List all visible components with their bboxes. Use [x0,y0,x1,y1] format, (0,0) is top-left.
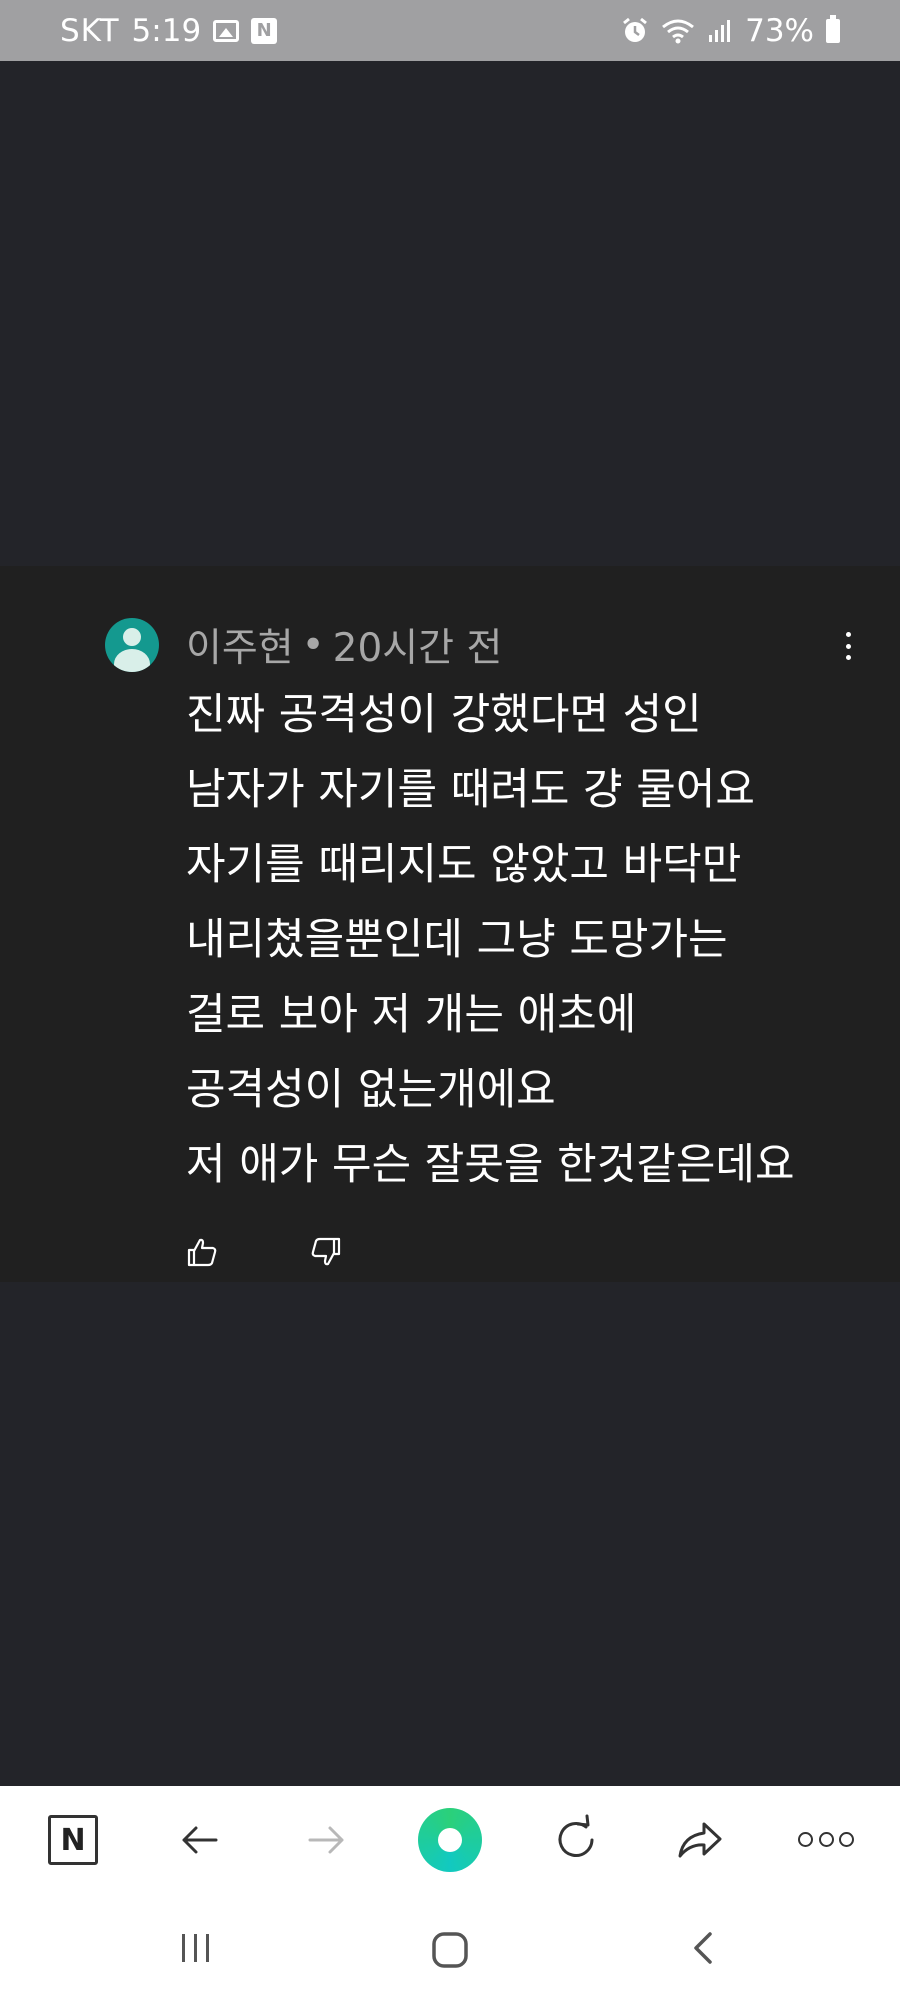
comment-line: 내리쳤을뿐인데 그냥 도망가는 [186,915,728,965]
back-arrow-icon[interactable] [172,1812,228,1868]
forward-arrow-icon[interactable] [298,1812,354,1868]
refresh-icon[interactable] [548,1812,604,1868]
avatar-body [114,649,150,672]
more-dot [845,655,851,660]
status-right: 73% [621,13,840,49]
thumbs-up-icon[interactable] [186,1236,218,1268]
meta-separator: • [301,622,325,668]
browser-page: SKT 5:19 N 73% 이주현 • 20시간 전 진짜 공격성이 강했다면… [0,0,900,2000]
clock: 5:19 [131,12,202,49]
comment-time: 20시간 전 [332,626,503,671]
home-icon[interactable] [428,1928,472,1972]
thumbs-down-icon[interactable] [310,1236,342,1268]
comment-meta: 이주현 • 20시간 전 [186,617,503,673]
comment-text: 진짜 공격성이 강했다면 성인 남자가 자기를 때려도 걍 물어요 자기를 때리… [186,678,866,1203]
avatar[interactable] [105,618,159,672]
comment-line: 진짜 공격성이 강했다면 성인 [186,690,702,740]
gallery-icon [213,19,240,42]
comment-line: 저 애가 무슨 잘못을 한것같은데요 [186,1140,795,1190]
avatar-head [123,628,141,646]
status-left: SKT 5:19 N [60,12,278,49]
more-dot [845,632,851,637]
menu-dot [818,1832,834,1847]
wifi-icon [662,19,695,43]
naver-home-button[interactable]: N [48,1815,98,1865]
comment-line: 남자가 자기를 때려도 걍 물어요 [186,765,755,815]
comment-line: 공격성이 없는개에요 [186,1065,556,1115]
comment-line: 걸로 보아 저 개는 애초에 [186,990,637,1040]
menu-dot [839,1832,854,1847]
comment-author[interactable]: 이주현 [186,617,294,673]
more-dot [845,643,851,649]
status-bar: SKT 5:19 N 73% [0,0,900,61]
naver-notification-icon: N [251,17,278,44]
battery-percent: 73% [745,12,814,49]
comment-line: 자기를 때리지도 않았고 바닥만 [186,840,742,890]
recent-apps-icon[interactable] [176,1928,216,1968]
comment-more-button[interactable] [836,626,860,666]
carrier-label: SKT [60,12,120,49]
back-nav-icon[interactable] [684,1928,724,1968]
battery-icon [826,14,840,43]
green-dot-button[interactable] [418,1808,482,1872]
more-menu-button[interactable] [798,1832,854,1850]
signal-icon [709,19,731,42]
alarm-icon [623,17,648,42]
menu-dot [798,1832,813,1847]
share-arrow-icon[interactable] [672,1812,728,1868]
